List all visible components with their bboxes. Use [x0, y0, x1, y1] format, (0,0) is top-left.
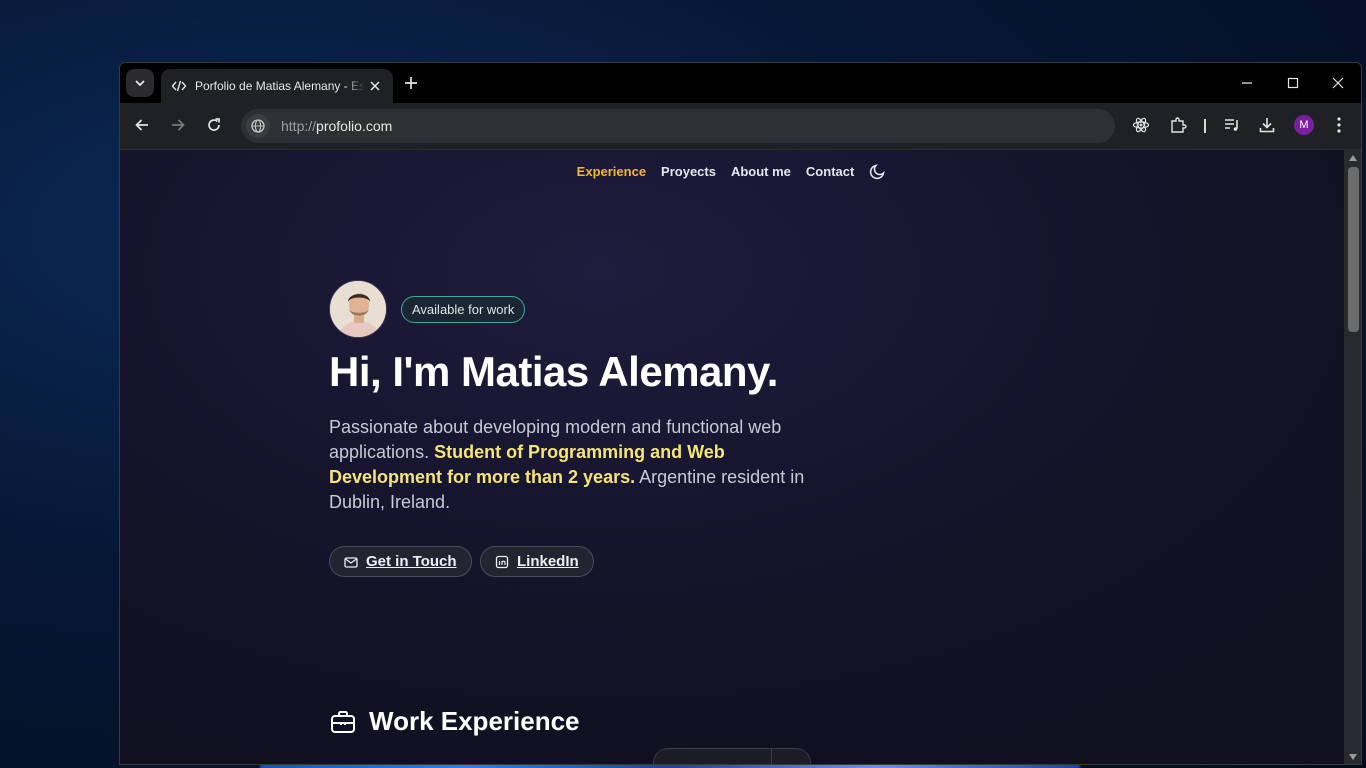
peek-divider — [771, 749, 772, 764]
briefcase-icon — [329, 708, 357, 736]
hero-heading: Hi, I'm Matias Alemany. — [329, 348, 778, 395]
new-tab-button[interactable] — [402, 74, 420, 92]
intro-paragraph: Passionate about developing modern and f… — [329, 415, 829, 515]
close-icon[interactable] — [367, 78, 383, 94]
url-text: http://profolio.com — [281, 118, 392, 134]
media-controls-button[interactable] — [1222, 115, 1242, 135]
downloads-button[interactable] — [1257, 115, 1277, 135]
tab-title: Porfolio de Matias Alemany - Es — [195, 79, 365, 93]
back-button[interactable] — [132, 115, 152, 135]
puzzle-icon — [1171, 117, 1187, 133]
moon-icon[interactable] — [869, 162, 887, 180]
site-navigation: Experience Proyects About me Contact — [120, 162, 1344, 180]
browser-window: Porfolio de Matias Alemany - Es http://p… — [119, 62, 1362, 765]
tab-portfolio[interactable]: Porfolio de Matias Alemany - Es — [161, 69, 393, 103]
web-page: Experience Proyects About me Contact Ava… — [120, 149, 1344, 764]
work-experience-heading: Work Experience — [329, 706, 580, 737]
get-in-touch-label: Get in Touch — [366, 553, 457, 570]
chevron-down-icon — [135, 80, 145, 87]
address-bar[interactable]: http://profolio.com — [241, 109, 1115, 143]
arrow-right-icon — [172, 119, 185, 131]
download-icon — [1259, 118, 1275, 133]
react-devtools-button[interactable] — [1131, 115, 1151, 135]
floating-toolbar-peek — [653, 748, 811, 764]
scroll-thumb[interactable] — [1348, 167, 1359, 332]
arrow-left-icon — [135, 119, 148, 131]
linkedin-icon — [495, 555, 509, 569]
linkedin-label: LinkedIn — [517, 553, 579, 570]
scroll-down-arrow[interactable] — [1349, 754, 1357, 760]
nav-experience[interactable]: Experience — [577, 164, 646, 179]
nav-about-me[interactable]: About me — [731, 164, 791, 179]
get-in-touch-button[interactable]: Get in Touch — [329, 546, 472, 577]
profile-photo — [329, 280, 387, 338]
maximize-button[interactable] — [1282, 72, 1304, 94]
availability-badge: Available for work — [401, 296, 526, 323]
reload-button[interactable] — [204, 115, 224, 135]
kebab-menu-icon — [1337, 117, 1341, 133]
tab-search-button[interactable] — [126, 69, 154, 97]
forward-button[interactable] — [168, 115, 188, 135]
plus-icon — [405, 77, 417, 89]
title-bar: Porfolio de Matias Alemany - Es — [120, 63, 1361, 103]
close-window-button[interactable] — [1327, 72, 1349, 94]
globe-icon[interactable] — [246, 114, 270, 138]
reload-icon — [208, 118, 220, 131]
page-scrollbar[interactable] — [1344, 149, 1361, 764]
extensions-button[interactable] — [1168, 115, 1188, 135]
nav-contact[interactable]: Contact — [806, 164, 854, 179]
maximize-icon — [1287, 77, 1299, 89]
linkedin-button[interactable]: LinkedIn — [480, 546, 594, 577]
toolbar-separator — [1204, 119, 1206, 133]
code-icon — [171, 78, 187, 94]
section-title: Work Experience — [369, 706, 580, 736]
minimize-button[interactable] — [1236, 72, 1258, 94]
minimize-icon — [1242, 82, 1252, 84]
url-host: profolio.com — [316, 118, 393, 134]
profile-avatar[interactable]: M — [1294, 115, 1314, 135]
playlist-icon — [1225, 119, 1238, 131]
close-icon — [1332, 77, 1344, 89]
scroll-up-arrow[interactable] — [1349, 155, 1357, 161]
react-icon — [1132, 117, 1150, 133]
nav-proyects[interactable]: Proyects — [661, 164, 716, 179]
url-scheme: http:// — [281, 118, 317, 134]
menu-button[interactable] — [1329, 115, 1349, 135]
browser-toolbar: http://profolio.com M — [120, 103, 1361, 149]
mail-icon — [344, 555, 358, 569]
